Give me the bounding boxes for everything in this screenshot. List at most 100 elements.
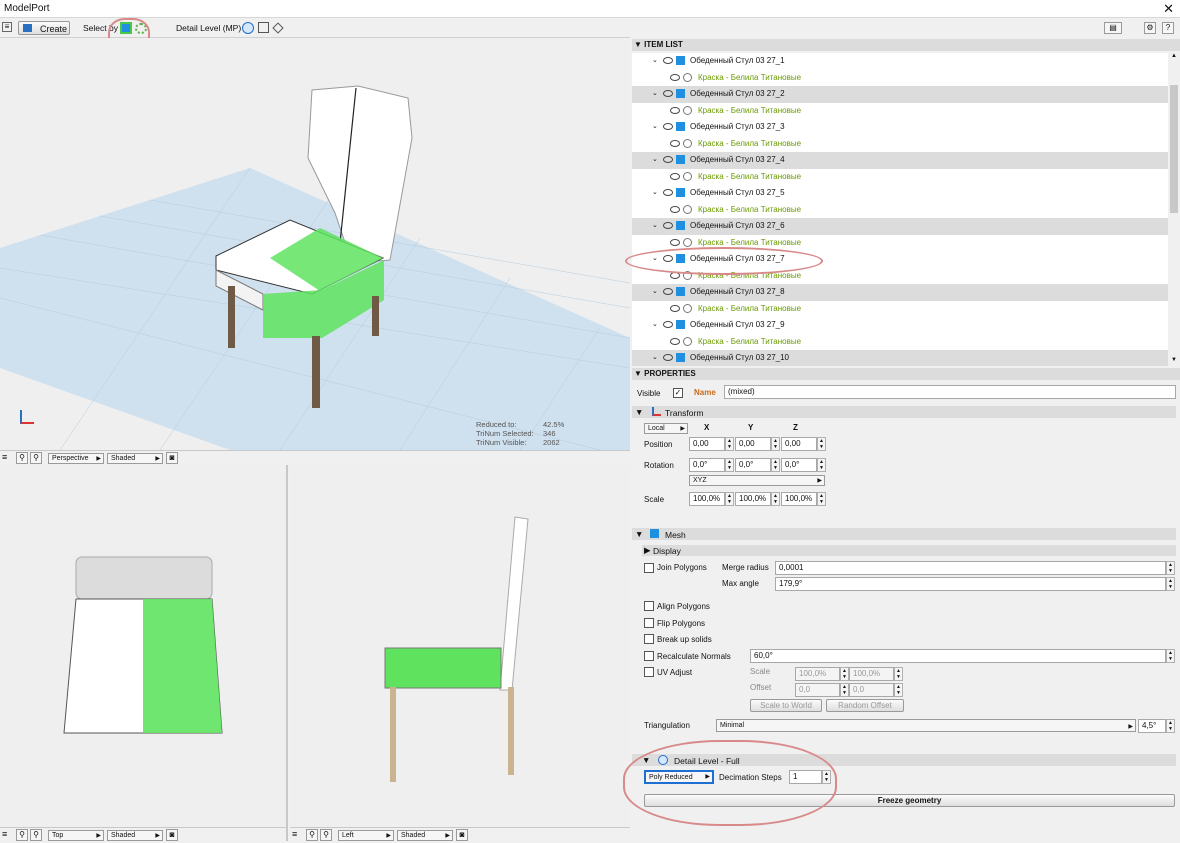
visible-checkbox[interactable]: ✓ bbox=[673, 388, 683, 398]
visibility-icon[interactable] bbox=[670, 205, 680, 213]
rotation-x-field[interactable]: 0,0° bbox=[689, 458, 725, 472]
visibility-icon[interactable] bbox=[670, 106, 680, 114]
normals-angle-field[interactable]: 60,0° bbox=[750, 649, 1166, 663]
zoom-out-icon[interactable]: ⚲ bbox=[320, 829, 332, 841]
position-y-spinner[interactable]: ▲ ▼ bbox=[771, 437, 780, 451]
diamond-icon[interactable] bbox=[272, 22, 284, 34]
expand-chevron-icon[interactable]: ⌄ bbox=[652, 221, 658, 229]
view-select[interactable]: Top ▶ bbox=[48, 830, 104, 841]
item-list-row[interactable]: ⌄ Обеденный Стул 03 27_10 bbox=[632, 350, 1168, 366]
expand-chevron-icon[interactable]: ⌄ bbox=[652, 287, 658, 295]
mesh-header[interactable]: ▼ Mesh bbox=[632, 528, 1176, 540]
left-viewport[interactable] bbox=[290, 465, 630, 827]
expand-chevron-icon[interactable]: ⌄ bbox=[652, 122, 658, 130]
break-up-solids-checkbox[interactable] bbox=[644, 634, 654, 644]
visibility-icon[interactable] bbox=[663, 189, 673, 196]
visibility-icon[interactable] bbox=[663, 222, 673, 229]
create-button[interactable]: Create bbox=[18, 21, 70, 35]
position-x-spinner[interactable]: ▲ ▼ bbox=[725, 437, 734, 451]
scale-to-world-button[interactable]: Scale to World bbox=[750, 699, 822, 712]
item-list-scrollbar[interactable]: ▲ ▼ bbox=[1168, 53, 1180, 366]
flip-polygons-checkbox[interactable] bbox=[644, 618, 654, 628]
zoom-icon[interactable]: ⚲ bbox=[16, 829, 28, 841]
visibility-icon[interactable] bbox=[663, 321, 673, 328]
join-polygons-checkbox[interactable] bbox=[644, 563, 654, 573]
visibility-icon[interactable] bbox=[663, 90, 673, 97]
position-z-field[interactable]: 0,00 bbox=[781, 437, 817, 451]
visibility-icon[interactable] bbox=[663, 354, 673, 361]
visibility-icon[interactable] bbox=[663, 156, 673, 163]
zoom-out-icon[interactable]: ⚲ bbox=[30, 452, 42, 464]
recalculate-normals-checkbox[interactable] bbox=[644, 651, 654, 661]
menu-icon[interactable]: ≡ bbox=[2, 453, 7, 462]
camera-icon[interactable]: ◙ bbox=[166, 452, 178, 464]
camera-icon[interactable]: ◙ bbox=[166, 829, 178, 841]
display-header[interactable]: ▶ Display bbox=[642, 545, 1176, 556]
item-list-material-row[interactable]: Краска - Белила Титановые bbox=[632, 136, 1168, 153]
item-list-row[interactable]: ⌄ Обеденный Стул 03 27_5 bbox=[632, 185, 1168, 202]
uv-scale-u-field[interactable]: 100,0% bbox=[795, 667, 840, 681]
space-select[interactable]: Local ▶ bbox=[644, 423, 688, 434]
item-list-row[interactable]: ⌄ Обеденный Стул 03 27_6 bbox=[632, 218, 1168, 235]
item-list-row[interactable]: ⌄ Обеденный Стул 03 27_8 bbox=[632, 284, 1168, 301]
position-x-field[interactable]: 0,00 bbox=[689, 437, 725, 451]
merge-radius-field[interactable]: 0,0001 bbox=[775, 561, 1166, 575]
transform-header[interactable]: ▼ Transform bbox=[632, 406, 1176, 418]
visibility-icon[interactable] bbox=[670, 172, 680, 180]
item-list-material-row[interactable]: Краска - Белила Титановые bbox=[632, 202, 1168, 219]
settings-icon[interactable]: ⚙ bbox=[1144, 22, 1156, 34]
menu-icon[interactable]: ≡ bbox=[2, 830, 7, 839]
top-viewport[interactable] bbox=[0, 465, 288, 827]
triangulation-angle-field[interactable]: 4,5° bbox=[1138, 719, 1166, 733]
name-field[interactable]: (mixed) bbox=[724, 385, 1176, 399]
item-list-material-row[interactable]: Краска - Белила Титановые bbox=[632, 169, 1168, 186]
scroll-down-icon[interactable]: ▼ bbox=[1171, 357, 1177, 363]
view-select[interactable]: Left ▶ bbox=[338, 830, 394, 841]
scale-z-field[interactable]: 100,0% bbox=[781, 492, 817, 506]
properties-header[interactable]: ▼ PROPERTIES bbox=[632, 368, 1180, 380]
expand-chevron-icon[interactable]: ⌄ bbox=[652, 353, 658, 361]
uv-offset-v-spinner[interactable]: ▲ ▼ bbox=[894, 683, 903, 697]
triangulation-angle-spinner[interactable]: ▲ ▼ bbox=[1166, 719, 1175, 733]
uv-scale-v-field[interactable]: 100,0% bbox=[849, 667, 894, 681]
triangulation-select[interactable]: Minimal ▶ bbox=[716, 719, 1136, 732]
position-y-field[interactable]: 0,00 bbox=[735, 437, 771, 451]
scale-y-field[interactable]: 100,0% bbox=[735, 492, 771, 506]
cube-icon[interactable] bbox=[258, 22, 269, 33]
visibility-icon[interactable] bbox=[670, 139, 680, 147]
expand-chevron-icon[interactable]: ⌄ bbox=[652, 155, 658, 163]
scale-z-spinner[interactable]: ▲ ▼ bbox=[817, 492, 826, 506]
position-z-spinner[interactable]: ▲ ▼ bbox=[817, 437, 826, 451]
scale-x-field[interactable]: 100,0% bbox=[689, 492, 725, 506]
expand-chevron-icon[interactable]: ⌄ bbox=[652, 89, 658, 97]
globe-icon[interactable] bbox=[242, 22, 254, 34]
merge-radius-spinner[interactable]: ▲ ▼ bbox=[1166, 561, 1175, 575]
panel-layout-icon[interactable]: ▤ bbox=[1104, 22, 1122, 34]
shading-select[interactable]: Shaded ▶ bbox=[107, 453, 163, 464]
scale-y-spinner[interactable]: ▲ ▼ bbox=[771, 492, 780, 506]
item-list-material-row[interactable]: Краска - Белила Титановые bbox=[632, 334, 1168, 351]
rotation-order-select[interactable]: XYZ ▶ bbox=[689, 475, 825, 486]
shading-select[interactable]: Shaded ▶ bbox=[397, 830, 453, 841]
rotation-z-field[interactable]: 0,0° bbox=[781, 458, 817, 472]
shading-select[interactable]: Shaded ▶ bbox=[107, 830, 163, 841]
zoom-icon[interactable]: ⚲ bbox=[306, 829, 318, 841]
item-list-material-row[interactable]: Краска - Белила Титановые bbox=[632, 301, 1168, 318]
visibility-icon[interactable] bbox=[663, 123, 673, 130]
expand-chevron-icon[interactable]: ⌄ bbox=[652, 56, 658, 64]
item-list-row[interactable]: ⌄ Обеденный Стул 03 27_3 bbox=[632, 119, 1168, 136]
visibility-icon[interactable] bbox=[670, 337, 680, 345]
item-list-row[interactable]: ⌄ Обеденный Стул 03 27_1 bbox=[632, 53, 1168, 70]
item-list-material-row[interactable]: Краска - Белила Титановые bbox=[632, 70, 1168, 87]
item-list-row[interactable]: ⌄ Обеденный Стул 03 27_2 bbox=[632, 86, 1168, 103]
item-list-header[interactable]: ▼ ITEM LIST bbox=[632, 39, 1180, 51]
zoom-icon[interactable]: ⚲ bbox=[16, 452, 28, 464]
rotation-y-spinner[interactable]: ▲ ▼ bbox=[771, 458, 780, 472]
zoom-out-icon[interactable]: ⚲ bbox=[30, 829, 42, 841]
rotation-z-spinner[interactable]: ▲ ▼ bbox=[817, 458, 826, 472]
uv-offset-u-field[interactable]: 0,0 bbox=[795, 683, 840, 697]
normals-angle-spinner[interactable]: ▲ ▼ bbox=[1166, 649, 1175, 663]
rotation-x-spinner[interactable]: ▲ ▼ bbox=[725, 458, 734, 472]
view-select[interactable]: Perspective ▶ bbox=[48, 453, 104, 464]
camera-icon[interactable]: ◙ bbox=[456, 829, 468, 841]
